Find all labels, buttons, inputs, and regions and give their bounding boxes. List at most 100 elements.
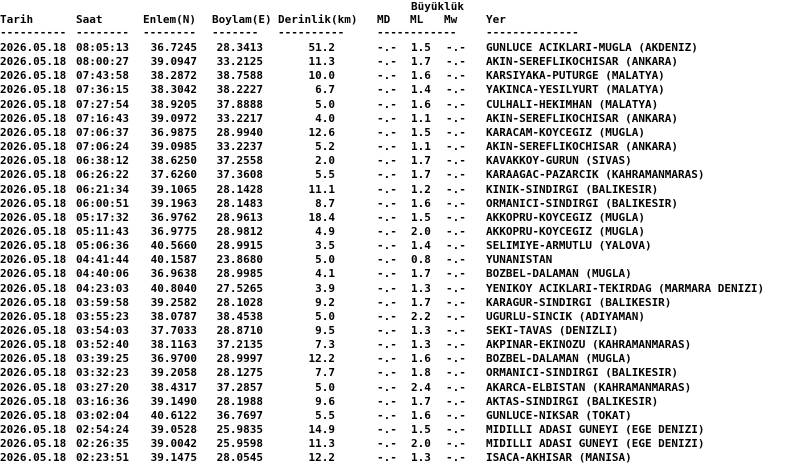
cell-date: 2026.05.18: [0, 182, 67, 196]
cell-place: KARAAGAC-PAZARCIK (KAHRAMANMARAS): [486, 168, 705, 182]
table-row: 2026.05.18 06:21:34 39.1065 28.1428 11.1 -.- 1…: [0, 183, 800, 197]
cell-time: 02:26:35: [76, 437, 129, 451]
cell-time: 04:23:03: [76, 281, 129, 295]
cell-md: -.-: [377, 295, 397, 309]
cell-time: 03:52:40: [76, 338, 129, 352]
table-row: 2026.05.18 07:06:37 36.9875 28.9940 12.6 -.- 1…: [0, 126, 800, 140]
cell-depth: 11.1: [308, 182, 336, 196]
cell-ml: 1.3: [411, 451, 431, 465]
cell-latitude: 39.0985: [150, 140, 197, 154]
cell-depth: 7.7: [315, 366, 335, 380]
cell-latitude: 39.1490: [150, 394, 197, 408]
cell-date: 2026.05.18: [0, 295, 67, 309]
cell-mw: -.-: [446, 324, 466, 337]
cell-latitude: 38.4317: [150, 380, 197, 394]
cell-time: 07:43:58: [76, 69, 129, 83]
cell-date: 2026.05.18: [0, 196, 67, 210]
cell-longitude: 28.1483: [216, 196, 263, 210]
table-row: 2026.05.18 02:54:24 39.0528 25.9835 14.9 -.- 1…: [0, 423, 800, 437]
cell-time: 04:40:06: [76, 267, 129, 281]
cell-ml: 1.7: [411, 55, 431, 69]
cell-md: -.-: [377, 408, 397, 422]
table-row: 2026.05.18 03:16:36 39.1490 28.1988 9.6 -.- 1.…: [0, 395, 800, 409]
separator-date: ----------: [0, 26, 67, 39]
cell-depth: 5.0: [315, 253, 335, 267]
cell-depth: 5.0: [315, 380, 335, 394]
cell-place: BOZBEL-DALAMAN (MUGLA): [486, 352, 632, 366]
cell-ml: 1.7: [411, 267, 431, 281]
cell-mw: -.-: [446, 239, 466, 253]
cell-date: 2026.05.18: [0, 55, 67, 69]
cell-depth: 5.0: [315, 309, 335, 323]
cell-place: BOZBEL-DALAMAN (MUGLA): [486, 267, 632, 281]
cell-mw: -.-: [446, 97, 466, 111]
cell-time: 02:54:24: [76, 423, 129, 437]
cell-md: -.-: [377, 423, 397, 437]
cell-time: 03:32:23: [76, 366, 129, 380]
cell-latitude: 39.2058: [150, 366, 197, 380]
earthquake-list-document: Büyüklük Tarih Saat Enlem(N) Boylam(E) D…: [0, 0, 800, 471]
cell-longitude: 28.9940: [216, 125, 263, 139]
cell-ml: 1.6: [411, 97, 431, 111]
cell-date: 2026.05.18: [0, 366, 67, 380]
cell-longitude: 28.1275: [216, 366, 263, 380]
cell-date: 2026.05.18: [0, 281, 67, 295]
cell-md: -.-: [377, 182, 397, 196]
cell-ml: 1.4: [411, 239, 431, 253]
cell-md: -.-: [377, 239, 397, 253]
cell-ml: 1.3: [411, 324, 431, 337]
cell-date: 2026.05.18: [0, 437, 67, 451]
cell-time: 06:21:34: [76, 182, 129, 196]
cell-date: 2026.05.18: [0, 41, 67, 54]
cell-depth: 5.5: [315, 408, 335, 422]
separator-depth: ----------: [278, 26, 345, 39]
cell-ml: 1.3: [411, 281, 431, 295]
table-row: 2026.05.18 04:40:06 36.9638 28.9985 4.1 -.- 1.…: [0, 267, 800, 281]
cell-latitude: 40.5660: [150, 239, 197, 253]
cell-depth: 51.2: [308, 41, 336, 54]
cell-longitude: 28.1428: [216, 182, 263, 196]
cell-time: 07:06:37: [76, 125, 129, 139]
cell-latitude: 38.2872: [150, 69, 197, 83]
cell-ml: 2.2: [411, 309, 431, 323]
cell-longitude: 38.4538: [216, 309, 263, 323]
cell-latitude: 36.9638: [150, 267, 197, 281]
cell-md: -.-: [377, 451, 397, 465]
cell-time: 05:11:43: [76, 224, 129, 238]
cell-ml: 1.6: [411, 352, 431, 366]
cell-md: -.-: [377, 338, 397, 352]
cell-ml: 1.4: [411, 83, 431, 97]
cell-ml: 1.7: [411, 394, 431, 408]
cell-md: -.-: [377, 352, 397, 366]
cell-longitude: 33.2237: [216, 140, 263, 154]
table-row: 2026.05.18 06:26:22 37.6260 37.3608 5.5 -.- 1.…: [0, 168, 800, 182]
cell-date: 2026.05.18: [0, 394, 67, 408]
cell-place: UGURLU-SINCIK (ADIYAMAN): [486, 309, 645, 323]
cell-place: AKKOPRU-KOYCEGIZ (MUGLA): [486, 224, 645, 238]
cell-place: AKTAS-SINDIRGI (BALIKESIR): [486, 394, 659, 408]
cell-place: ORMANICI-SINDIRGI (BALIKESIR): [486, 366, 679, 380]
cell-longitude: 33.2125: [216, 55, 263, 69]
cell-place: KARAGUR-SINDIRGI (BALIKESIR): [486, 295, 672, 309]
cell-md: -.-: [377, 196, 397, 210]
cell-longitude: 28.9812: [216, 224, 263, 238]
cell-depth: 14.9: [308, 423, 336, 437]
cell-md: -.-: [377, 125, 397, 139]
cell-md: -.-: [377, 154, 397, 168]
table-row: 2026.05.18 07:36:15 38.3042 38.2227 6.7 -.- 1.…: [0, 83, 800, 97]
table-row: 2026.05.18 05:17:32 36.9762 28.9613 18.4 -.- 1…: [0, 211, 800, 225]
cell-ml: 1.6: [411, 196, 431, 210]
cell-depth: 11.3: [308, 437, 336, 451]
cell-latitude: 39.1065: [150, 182, 197, 196]
cell-md: -.-: [377, 394, 397, 408]
cell-ml: 1.7: [411, 295, 431, 309]
cell-place: YENIKOY ACIKLARI-TEKIRDAG (MARMARA DENIZ…: [486, 281, 765, 295]
cell-md: -.-: [377, 97, 397, 111]
cell-place: KINIK-SINDIRGI (BALIKESIR): [486, 182, 659, 196]
cell-depth: 3.9: [315, 281, 335, 295]
cell-md: -.-: [377, 210, 397, 224]
cell-place: AKKOPRU-KOYCEGIZ (MUGLA): [486, 210, 645, 224]
cell-latitude: 38.1163: [150, 338, 197, 352]
cell-date: 2026.05.18: [0, 408, 67, 422]
cell-place: SELIMIYE-ARMUTLU (YALOVA): [486, 239, 652, 253]
